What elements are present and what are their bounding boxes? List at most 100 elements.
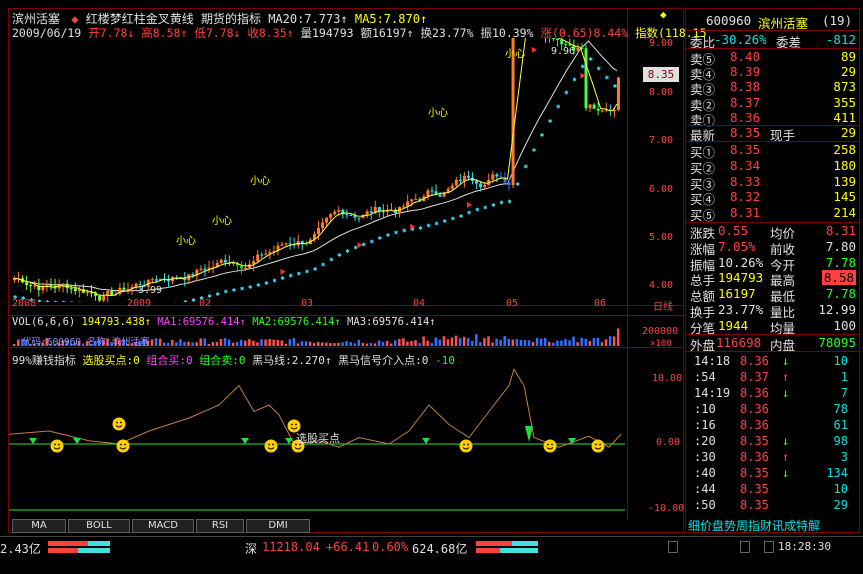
candle-body [203, 268, 207, 271]
volume-bar [154, 338, 158, 346]
volume-bar [612, 336, 616, 346]
support-star: ✱ [272, 276, 277, 284]
volume-bar [296, 343, 300, 346]
support-star: ✱ [256, 281, 261, 289]
bottom-tabs[interactable]: 细价盘势周指财讯成特解 [688, 517, 820, 534]
volume-bar [167, 342, 170, 346]
volume-bar [276, 339, 279, 346]
sell-order-row[interactable]: 卖③ 8.38 873 [690, 79, 856, 97]
tick-price: 8.37 [740, 370, 769, 384]
signal-triangle [466, 201, 472, 208]
buy-order-row[interactable]: 买③ 8.33 139 [690, 173, 856, 192]
tick-volume: 98 [833, 434, 848, 448]
smiley-icon [591, 439, 605, 453]
buy-order-row[interactable]: 买① 8.35 258 [690, 142, 856, 160]
indicator-axis-label: 10.00 [652, 373, 683, 384]
status-icon[interactable] [740, 541, 750, 553]
volume-bar [600, 342, 604, 346]
candle-body [576, 47, 580, 51]
volume-bar [325, 342, 328, 346]
volume-bar [280, 340, 284, 346]
buy-order-row[interactable]: 买⑤ 8.31 214 [690, 205, 856, 223]
volume-bar [454, 335, 458, 346]
buy-order-row[interactable]: 买② 8.34 180 [690, 157, 856, 176]
buy-order-row[interactable]: 买④ 8.32 145 [690, 189, 856, 207]
volume-bar [312, 343, 316, 346]
tick-volume: 29 [833, 498, 848, 512]
period-label[interactable]: 日线 [653, 298, 673, 313]
volume-bar [337, 342, 340, 346]
sell-order-row[interactable]: 卖② 8.37 355 [690, 95, 856, 113]
smiley-eye [58, 443, 60, 446]
sell-order-row[interactable]: 卖⑤ 8.40 89 [690, 49, 856, 67]
sell-marker [73, 438, 81, 444]
volume-bar [239, 339, 243, 346]
candle-body [369, 211, 373, 213]
candle-body [495, 174, 499, 177]
tick-price: 8.36 [740, 402, 769, 416]
volume-bar [304, 341, 308, 346]
volume-bar [450, 337, 454, 346]
down-arrow-icon: ◆ [71, 12, 79, 26]
volume-bar [207, 343, 211, 346]
price-chart[interactable]: ✱ ✱ ✱ ✱ ✱ ✱ ✱ ✱ ✱ ✱ ✱ ✱ ✱ ✱ ✱ ✱ ✱ ✱ ✱ ✱ ✱✱✱✱ ✱ ✱ ✱ ✱ ✱ ✱ ✱ ✱ ✱ ✱ ✱ ✱ ✱ ✱ ✱ ✱… [9, 38, 625, 302]
volume-bar [179, 339, 182, 346]
sell-order-row[interactable]: 卖④ 8.39 29 [690, 64, 856, 82]
caution-label: 小心 [176, 236, 196, 247]
tick-time: 14:18 [694, 354, 731, 368]
stat-row: 涨幅 7.05% 前收 7.80 [690, 239, 856, 257]
candle-body [284, 243, 288, 245]
volume-bar [248, 339, 251, 346]
candle-body [264, 253, 268, 255]
support-star: ✱ [345, 247, 350, 255]
low-price-label: 3.99 [138, 285, 163, 296]
clock: 18:28:30 [778, 540, 831, 553]
stat-value: 194793 [718, 270, 764, 286]
support-star: ✱ [402, 226, 407, 234]
candle-body [329, 214, 333, 218]
weicha-value: -812 [825, 32, 856, 47]
volume-bar [260, 339, 263, 346]
order-volume: 180 [833, 157, 856, 173]
stat-row: 涨跌 0.55 均价 8.31 [690, 223, 856, 241]
volume-bar [438, 339, 442, 346]
tick-row: :50 8.35 29 [690, 498, 856, 513]
support-star: ✱ [540, 131, 545, 139]
toggle-icon[interactable]: ◆ [660, 8, 680, 22]
volume-bar [511, 339, 515, 346]
tab-macd[interactable]: MACD [132, 519, 194, 533]
tick-row: 14:19 8.36 ↓ 7 [690, 386, 856, 401]
smiley-eye [547, 443, 549, 446]
tick-time: 14:19 [694, 386, 731, 400]
candle-body [458, 179, 462, 182]
sell-order-row[interactable]: 卖① 8.36 411 [690, 110, 856, 128]
order-price: 8.33 [730, 173, 761, 189]
volume-bar [442, 336, 446, 346]
volume-bar [519, 339, 523, 346]
candle-body [73, 288, 77, 292]
volume-bar [503, 335, 506, 346]
order-price: 8.31 [730, 205, 761, 221]
candle-body [110, 290, 114, 295]
smiley-eye [291, 423, 293, 426]
price-axis: 9.00 8.00 7.00 6.00 5.00 4.00 [627, 8, 684, 308]
candle-body [466, 175, 470, 178]
volume-bar [568, 340, 571, 346]
shen-amount: 624.68亿 [412, 542, 468, 556]
volume-bar [252, 340, 255, 346]
sell-marker [422, 438, 430, 444]
time-axis-label: 2008 [12, 298, 37, 309]
tab-boll[interactable]: BOLL [68, 519, 130, 533]
volume-bar [560, 340, 563, 346]
tab-rsi[interactable]: RSI [196, 519, 244, 533]
tick-time: :16 [694, 418, 716, 432]
status-icon[interactable] [764, 541, 774, 553]
volume-bar [592, 337, 596, 346]
candle-body [410, 199, 414, 202]
tab-ma[interactable]: MA [12, 519, 66, 533]
tab-dmi[interactable]: DMI [246, 519, 310, 533]
support-star: ✱ [337, 251, 342, 259]
buy-point-annotation: 选股买点 [296, 432, 340, 445]
status-icon[interactable] [668, 541, 678, 553]
price-axis-label: 9.00 [649, 38, 674, 49]
